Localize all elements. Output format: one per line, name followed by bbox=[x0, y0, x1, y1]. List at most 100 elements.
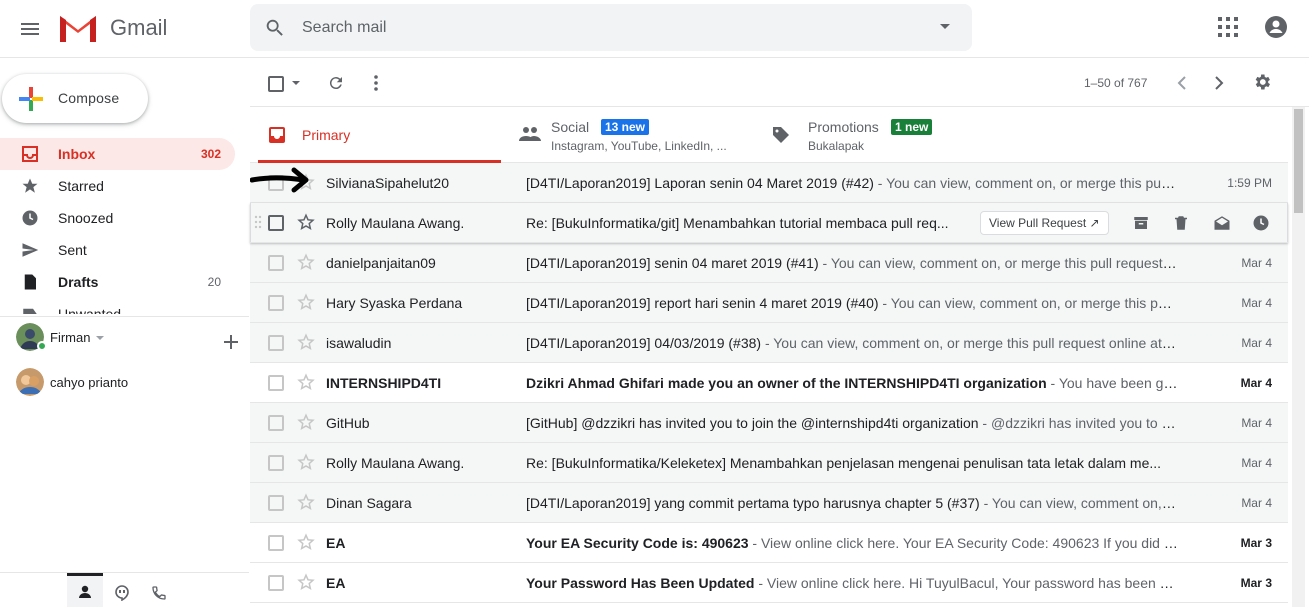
email-row[interactable]: Hary Syaska Perdana [D4TI/Laporan2019] r… bbox=[250, 283, 1288, 323]
row-checkbox[interactable] bbox=[268, 295, 284, 311]
sidebar-item-snoozed[interactable]: Snoozed bbox=[0, 202, 235, 234]
hamburger-menu-icon[interactable] bbox=[18, 17, 42, 41]
tab-label: Social bbox=[551, 119, 590, 135]
hangouts-icon bbox=[115, 585, 129, 601]
view-pull-request-button[interactable]: View Pull Request ↗ bbox=[980, 211, 1109, 235]
email-row-unread[interactable]: EA Your Password Has Been Updated - View… bbox=[250, 563, 1288, 603]
snooze-icon[interactable] bbox=[1252, 214, 1270, 232]
email-row[interactable]: danielpanjaitan09 [D4TI/Laporan2019] sen… bbox=[250, 243, 1288, 283]
sidebar-item-starred[interactable]: Starred bbox=[0, 170, 235, 202]
star-outline-icon[interactable] bbox=[297, 253, 315, 271]
sidebar-item-count: 20 bbox=[207, 275, 221, 289]
email-row[interactable]: SilvianaSipahelut20 [D4TI/Laporan2019] L… bbox=[250, 163, 1288, 203]
hangouts-tab[interactable] bbox=[104, 579, 140, 607]
email-subject-line: [D4TI/Laporan2019] 04/03/2019 (#38) - Yo… bbox=[526, 335, 1178, 351]
mark-read-icon[interactable] bbox=[1212, 214, 1232, 232]
select-all-checkbox[interactable] bbox=[268, 76, 284, 92]
email-row-hovered[interactable]: Rolly Maulana Awang. Re: [BukuInformatik… bbox=[250, 203, 1288, 243]
tab-promotions[interactable]: Promotions 1 new Bukalapak bbox=[762, 107, 1005, 163]
email-sender: GitHub bbox=[326, 415, 370, 431]
email-subject: Dzikri Ahmad Ghifari made you an owner o… bbox=[526, 375, 1047, 391]
email-subject-line: [GitHub] @dzzikri has invited you to joi… bbox=[526, 415, 1178, 431]
email-subject-line: Your Password Has Been Updated - View on… bbox=[526, 575, 1178, 591]
search-icon[interactable] bbox=[264, 17, 286, 39]
apps-grid-icon[interactable] bbox=[1218, 17, 1238, 37]
row-checkbox[interactable] bbox=[268, 255, 284, 271]
chevron-right-icon[interactable] bbox=[1212, 74, 1226, 92]
search-options-caret-icon[interactable] bbox=[940, 24, 950, 29]
star-outline-icon[interactable] bbox=[297, 373, 315, 391]
row-checkbox[interactable] bbox=[268, 495, 284, 511]
email-row[interactable]: Dinan Sagara [D4TI/Laporan2019] yang com… bbox=[250, 483, 1288, 523]
gear-icon[interactable] bbox=[1252, 72, 1272, 92]
email-subject: [D4TI/Laporan2019] yang commit pertama t… bbox=[526, 495, 980, 511]
email-subject: [D4TI/Laporan2019] 04/03/2019 (#38) bbox=[526, 335, 762, 351]
email-date: Mar 4 bbox=[1241, 416, 1272, 430]
new-count-badge: 1 new bbox=[891, 119, 933, 135]
tab-primary[interactable]: Primary bbox=[258, 107, 501, 163]
email-subject-line: [D4TI/Laporan2019] senin 04 maret 2019 (… bbox=[526, 255, 1178, 271]
star-outline-icon[interactable] bbox=[297, 213, 315, 231]
sidebar-item-label: Starred bbox=[58, 178, 104, 194]
phone-tab[interactable] bbox=[141, 579, 177, 607]
chevron-down-icon[interactable] bbox=[96, 336, 104, 340]
email-list: SilvianaSipahelut20 [D4TI/Laporan2019] L… bbox=[250, 163, 1288, 610]
row-checkbox[interactable] bbox=[268, 575, 284, 591]
star-outline-icon[interactable] bbox=[297, 333, 315, 351]
star-outline-icon[interactable] bbox=[297, 573, 315, 591]
email-row[interactable]: GitHub [GitHub] @dzzikri has invited you… bbox=[250, 403, 1288, 443]
row-checkbox[interactable] bbox=[268, 375, 284, 391]
sidebar-item-drafts[interactable]: Drafts 20 bbox=[0, 266, 235, 298]
more-vert-icon[interactable] bbox=[368, 74, 384, 92]
sidebar-item-sent[interactable]: Sent bbox=[0, 234, 235, 266]
contacts-tab[interactable] bbox=[67, 573, 103, 607]
email-subject-line: Re: [BukuInformatika/Keleketex] Menambah… bbox=[526, 455, 1178, 471]
star-outline-icon[interactable] bbox=[297, 493, 315, 511]
star-outline-icon[interactable] bbox=[297, 293, 315, 311]
archive-icon[interactable] bbox=[1132, 214, 1150, 232]
drag-handle-icon[interactable] bbox=[254, 215, 262, 229]
email-row[interactable]: isawaludin [D4TI/Laporan2019] 04/03/2019… bbox=[250, 323, 1288, 363]
star-outline-icon[interactable] bbox=[297, 413, 315, 431]
hangouts-contact[interactable]: cahyo prianto bbox=[16, 368, 246, 398]
send-icon bbox=[22, 243, 39, 257]
search-bar[interactable] bbox=[250, 4, 972, 51]
gmail-logo-icon[interactable] bbox=[58, 12, 98, 44]
star-outline-icon[interactable] bbox=[297, 453, 315, 471]
row-checkbox[interactable] bbox=[268, 455, 284, 471]
row-checkbox[interactable] bbox=[268, 215, 284, 231]
sidebar-item-inbox[interactable]: Inbox 302 bbox=[0, 138, 235, 170]
search-input[interactable] bbox=[302, 16, 902, 40]
email-date: Mar 4 bbox=[1241, 456, 1272, 470]
category-tabs: Primary Social 13 new Instagram, YouTube… bbox=[250, 107, 1288, 163]
tab-social[interactable]: Social 13 new Instagram, YouTube, Linked… bbox=[509, 107, 752, 163]
chevron-left-icon[interactable] bbox=[1175, 74, 1189, 92]
row-checkbox[interactable] bbox=[268, 335, 284, 351]
email-snippet: - You can view, comment on, or merge bbox=[983, 495, 1178, 511]
online-status-dot bbox=[37, 341, 47, 351]
email-row[interactable]: Rolly Maulana Awang. Re: [BukuInformatik… bbox=[250, 443, 1288, 483]
hangouts-current-user[interactable]: Firman bbox=[16, 323, 246, 353]
scrollbar-thumb[interactable] bbox=[1294, 109, 1303, 213]
app-name[interactable]: Gmail bbox=[110, 15, 167, 41]
sidebar-item-unwanted[interactable]: Unwanted bbox=[0, 298, 235, 314]
row-checkbox[interactable] bbox=[268, 535, 284, 551]
star-outline-icon[interactable] bbox=[297, 533, 315, 551]
email-snippet: - View online click here. Hi TuyulBacul,… bbox=[758, 575, 1178, 591]
compose-button[interactable]: Compose bbox=[2, 74, 148, 123]
inbox-tab-icon bbox=[269, 127, 285, 143]
scrollbar[interactable] bbox=[1292, 107, 1305, 607]
email-date: Mar 4 bbox=[1241, 296, 1272, 310]
email-row-unread[interactable]: EA Your EA Security Code is: 490623 - Vi… bbox=[250, 523, 1288, 563]
email-snippet: - You have been granted owner access bbox=[1050, 375, 1178, 391]
email-sender: Hary Syaska Perdana bbox=[326, 295, 463, 311]
add-contact-icon[interactable] bbox=[224, 335, 238, 349]
refresh-icon[interactable] bbox=[327, 74, 345, 92]
row-checkbox[interactable] bbox=[268, 415, 284, 431]
label-icon bbox=[23, 308, 37, 314]
delete-icon[interactable] bbox=[1172, 214, 1190, 232]
email-row-unread[interactable]: INTERNSHIPD4TI Dzikri Ahmad Ghifari made… bbox=[250, 363, 1288, 403]
account-circle-icon[interactable] bbox=[1264, 15, 1288, 39]
email-subject: [D4TI/Laporan2019] report hari senin 4 m… bbox=[526, 295, 879, 311]
select-options-caret-icon[interactable] bbox=[292, 81, 300, 85]
